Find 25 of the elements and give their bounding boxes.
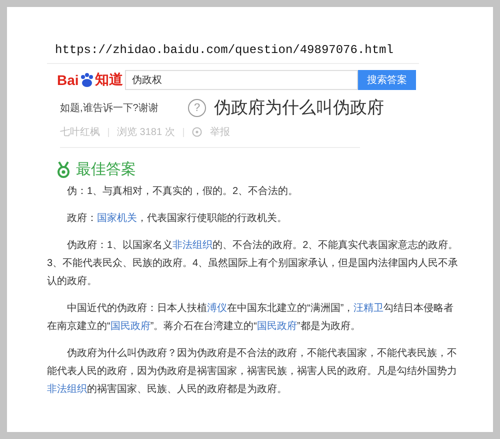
search-button[interactable]: 搜索答案	[358, 70, 416, 90]
text-link[interactable]: 溥仪	[207, 303, 227, 314]
search-field[interactable]: 伪政权	[125, 70, 358, 90]
text-link[interactable]: 国民政府	[257, 321, 298, 332]
view-count: 浏览 3181 次	[117, 126, 175, 139]
question-description: 如题,谁告诉一下?谢谢	[60, 102, 160, 114]
text-link[interactable]: 国民政府	[110, 321, 150, 332]
report-icon[interactable]	[192, 127, 202, 137]
best-answer-heading: 最佳答案	[76, 160, 136, 179]
answer-paragraph: 中国近代的伪政府：日本人扶植溥仪在中国东北建立的“满洲国”，汪精卫勾结日本侵略者在南京建立的“国民政府”。蒋介石在台湾建立的“国民政府”都是为政府。	[47, 302, 455, 334]
text-link[interactable]: 非法组织	[47, 384, 87, 395]
page-url: https://zhidao.baidu.com/question/49897076.html	[54, 43, 394, 57]
text-link[interactable]: 国家机关	[97, 213, 137, 224]
answer-paragraph: 政府：国家机关，代表国家行使职能的行政机关。	[66, 212, 288, 226]
question-title: 伪政府为什么叫伪政府	[214, 97, 384, 119]
paw-icon	[78, 72, 95, 88]
medal-icon	[57, 161, 70, 178]
answer-paragraph: 伪：1、与真相对，不真实的，假的。2、不合法的。	[66, 184, 300, 199]
logo-text: 知道	[94, 71, 123, 89]
answer-paragraph: 伪政府：1、以国家名义非法组织的、不合法的政府。2、不能真实代表国家意志的政府。3、不能代表民众、民族的政府。4、虽然国际上有个别国家承认，但是国内法律国内人民不承认的政府。	[47, 238, 459, 289]
text-link[interactable]: 汪精卫	[354, 303, 384, 314]
logo-text: Bai	[57, 72, 79, 88]
text-link[interactable]: 非法组织	[172, 240, 213, 251]
question-icon: ?	[188, 98, 206, 116]
answer-paragraph: 伪政府为什么叫伪政府？因为伪政府是不合法的政府，不能代表国家，不能代表民族，不能代表人民的政府，因为伪政府是祸害国家，祸害民族，祸害人民的政府。凡是勾结外国势力 非法组织的祸害国家、民族、人民的政府都是为政府。	[47, 346, 458, 397]
